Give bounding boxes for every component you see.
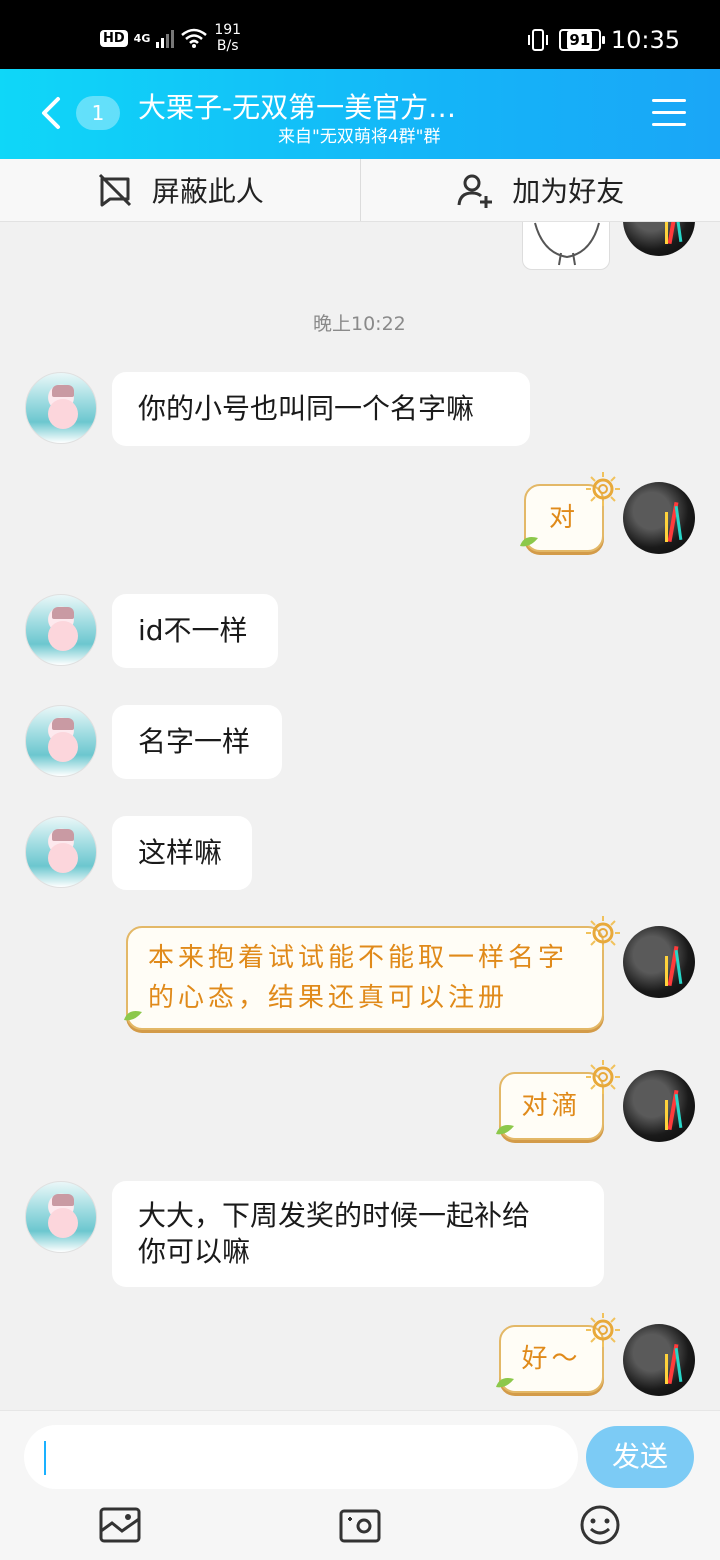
message-bubble[interactable]: 你的小号也叫同一个名字嘛 — [112, 372, 530, 446]
message-line: 本来抱着试试能不能取一样名字 — [148, 943, 569, 973]
message-text: 好～ — [521, 1344, 582, 1374]
message-bubble[interactable]: id不一样 — [112, 594, 278, 668]
chat-subtitle: 来自"无双萌将4群"群 — [278, 127, 441, 147]
image-icon[interactable] — [98, 1503, 142, 1547]
message-text: 对 — [548, 503, 579, 533]
message-bubble[interactable]: 这样嘛 — [112, 816, 252, 890]
avatar[interactable] — [623, 926, 695, 998]
hd-badge: HD — [100, 29, 128, 47]
avatar[interactable] — [623, 1070, 695, 1142]
leaf-decoration-icon — [496, 1125, 514, 1135]
sun-decoration-icon — [586, 916, 620, 950]
send-button[interactable]: 发送 — [586, 1426, 694, 1488]
message-text: 你的小号也叫同一个名字嘛 — [138, 392, 475, 425]
message-text: 名字一样 — [138, 725, 251, 758]
block-user-label: 屏蔽此人 — [151, 175, 264, 208]
message-list[interactable]: 晚上10:22 你的小号也叫同一个名字嘛 对 id不一样 名字一样 这样嘛 本来… — [0, 222, 720, 1410]
emoji-icon[interactable] — [578, 1503, 622, 1547]
message-line: 大大，下周发奖的时候一起补给 — [138, 1199, 531, 1232]
sun-decoration-icon — [586, 472, 620, 506]
network-type: 4G — [133, 31, 151, 45]
speed-value: 191 — [214, 22, 242, 38]
action-bar: 屏蔽此人 加为好友 — [0, 159, 720, 222]
unread-count-badge[interactable]: 1 — [76, 96, 120, 130]
status-left: HD 4G 191 B/s — [100, 22, 241, 54]
avatar[interactable] — [25, 372, 97, 444]
camera-icon[interactable] — [338, 1503, 382, 1547]
message-text: 这样嘛 — [138, 836, 223, 869]
network-speed: 191 B/s — [214, 22, 241, 54]
status-right: 91 10:35 — [527, 26, 680, 54]
message-bubble[interactable]: 名字一样 — [112, 705, 282, 779]
avatar[interactable] — [623, 482, 695, 554]
avatar[interactable] — [25, 705, 97, 777]
message-text: 大大，下周发奖的时候一起补给 你可以嘛 — [138, 1198, 530, 1270]
message-line: 的心态，结果还真可以注册 — [148, 983, 509, 1013]
vibrate-icon — [527, 29, 548, 51]
block-user-button[interactable]: 屏蔽此人 — [0, 159, 360, 221]
battery-icon: 91 — [558, 29, 605, 51]
text-caret — [44, 1441, 46, 1475]
sun-decoration-icon — [586, 1060, 620, 1094]
add-friend-button[interactable]: 加为好友 — [359, 159, 720, 221]
status-bar: HD 4G 191 B/s 91 10:35 — [0, 0, 720, 69]
avatar[interactable] — [623, 1324, 695, 1396]
sticker-message[interactable] — [522, 222, 610, 270]
sun-decoration-icon — [586, 1313, 620, 1347]
message-text: 本来抱着试试能不能取一样名字 的心态，结果还真可以注册 — [148, 938, 568, 1018]
leaf-decoration-icon — [520, 537, 538, 547]
message-bubble[interactable]: 本来抱着试试能不能取一样名字 的心态，结果还真可以注册 — [126, 926, 604, 1030]
message-text: 对滴 — [521, 1091, 582, 1121]
avatar[interactable] — [25, 594, 97, 666]
battery-level: 91 — [567, 31, 593, 49]
clock: 10:35 — [610, 26, 680, 54]
chat-title[interactable]: 大栗子-无双第一美官方… — [138, 86, 456, 126]
add-friend-label: 加为好友 — [512, 175, 625, 208]
avatar[interactable] — [25, 816, 97, 888]
leaf-decoration-icon — [124, 1011, 142, 1021]
timestamp: 晚上10:22 — [313, 313, 406, 335]
avatar[interactable] — [25, 1181, 97, 1253]
leaf-decoration-icon — [496, 1378, 514, 1388]
speed-unit: B/s — [216, 38, 239, 54]
wifi-icon — [181, 28, 208, 48]
add-friend-icon — [457, 174, 493, 208]
avatar[interactable] — [623, 222, 695, 256]
message-input[interactable] — [24, 1425, 578, 1489]
hamburger-menu-icon[interactable] — [652, 99, 686, 127]
sticker-image — [534, 222, 600, 266]
message-text: id不一样 — [138, 614, 248, 647]
composer: 发送 — [0, 1410, 720, 1560]
signal-icon — [156, 28, 175, 48]
block-icon — [98, 173, 131, 207]
message-line: 你可以嘛 — [138, 1235, 251, 1268]
message-bubble[interactable]: 大大，下周发奖的时候一起补给 你可以嘛 — [112, 1181, 604, 1287]
chevron-left-icon[interactable] — [36, 95, 66, 131]
chat-header: 1 大栗子-无双第一美官方… 来自"无双萌将4群"群 — [0, 69, 720, 159]
